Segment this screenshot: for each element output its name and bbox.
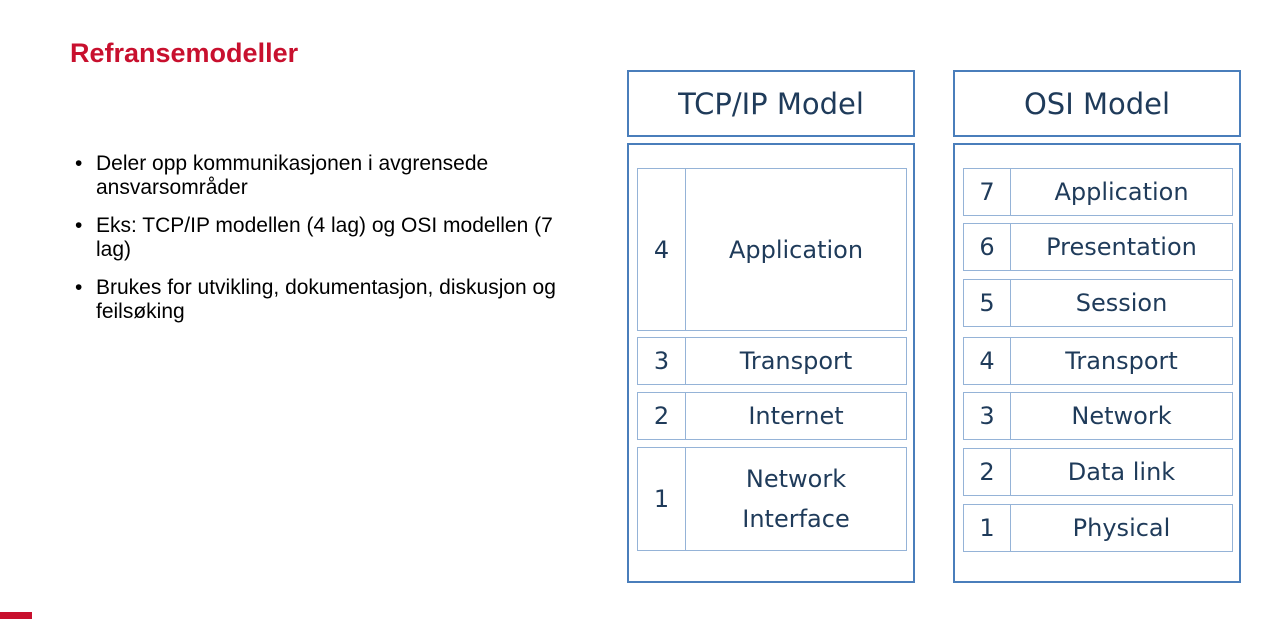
slide-title: Refransemodeller [70, 38, 299, 68]
bullet-text: Eks: TCP/IP modellen (4 lag) og OSI mode… [96, 214, 553, 261]
bullet-item: • Eks: TCP/IP modellen (4 lag) og OSI mo… [70, 214, 570, 262]
tcp-model-stack: 4 Application 3 Transport 2 Internet 1 N… [627, 143, 915, 583]
bullet-list: • Deler opp kommunikasjonen i avgrensede… [70, 152, 570, 338]
tcp-layer-application: 4 Application [637, 168, 907, 331]
tcp-layer-network-interface: 1 Network Interface [637, 447, 907, 551]
layer-number: 3 [638, 338, 686, 384]
layer-name: Application [728, 235, 864, 264]
osi-layer-transport: 4 Transport [963, 337, 1233, 385]
osi-layer-network: 3 Network [963, 392, 1233, 440]
layer-number: 1 [638, 448, 686, 550]
layer-number: 2 [638, 393, 686, 439]
layer-name: Network Interface [742, 465, 850, 533]
osi-layer-session: 5 Session [963, 279, 1233, 327]
slide-accent-bar [0, 612, 32, 619]
osi-model-title-box: OSI Model [953, 70, 1241, 137]
bullet-item: • Deler opp kommunikasjonen i avgrensede… [70, 152, 570, 200]
layer-number: 6 [964, 224, 1011, 270]
osi-model-stack: 7 Application 6 Presentation 5 Session 4… [953, 143, 1241, 583]
layer-number: 4 [964, 338, 1011, 384]
tcp-layer-transport: 3 Transport [637, 337, 907, 385]
layer-name: Network [1071, 402, 1172, 430]
layer-name: Internet [748, 402, 844, 430]
layer-number: 1 [964, 505, 1011, 551]
tcp-model-title-box: TCP/IP Model [627, 70, 915, 137]
bullet-text: Deler opp kommunikasjonen i avgrensede a… [96, 152, 489, 199]
osi-model-title: OSI Model [1023, 86, 1171, 121]
layer-name: Application [1054, 178, 1189, 206]
bullet-icon: • [75, 276, 83, 299]
osi-layer-data-link: 2 Data link [963, 448, 1233, 496]
layer-name: Physical [1072, 514, 1171, 542]
layer-name: Transport [739, 347, 853, 375]
layer-name: Data link [1067, 458, 1176, 486]
bullet-text: Brukes for utvikling, dokumentasjon, dis… [96, 276, 556, 323]
layer-number: 7 [964, 169, 1011, 215]
osi-layer-application: 7 Application [963, 168, 1233, 216]
osi-layer-physical: 1 Physical [963, 504, 1233, 552]
tcp-model-title: TCP/IP Model [678, 86, 864, 121]
bullet-icon: • [75, 152, 83, 175]
layer-number: 4 [638, 169, 686, 330]
layer-name: Presentation [1046, 233, 1197, 261]
layer-name: Transport [1065, 347, 1178, 375]
layer-name: Session [1075, 289, 1168, 317]
bullet-icon: • [75, 214, 83, 237]
osi-layer-presentation: 6 Presentation [963, 223, 1233, 271]
layer-number: 5 [964, 280, 1011, 326]
bullet-item: • Brukes for utvikling, dokumentasjon, d… [70, 276, 570, 324]
tcp-layer-internet: 2 Internet [637, 392, 907, 440]
layer-number: 3 [964, 393, 1011, 439]
layer-number: 2 [964, 449, 1011, 495]
